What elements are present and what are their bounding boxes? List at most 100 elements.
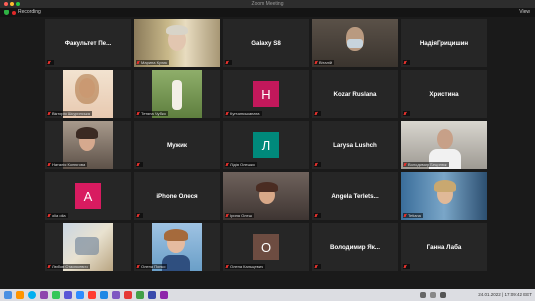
- meeting-top-bar: Recording View: [0, 8, 535, 17]
- participant-name: Galaxy S8: [251, 39, 281, 47]
- participant-label: [47, 60, 54, 65]
- muted-mic-icon: [136, 111, 140, 116]
- tray-icon[interactable]: [420, 292, 426, 298]
- participant-mask: [347, 39, 363, 48]
- app-icon[interactable]: [160, 291, 168, 299]
- participant-tile[interactable]: Tetiana: [401, 172, 487, 220]
- participant-avatar: H: [253, 81, 279, 107]
- participant-name: Володимир Як...: [330, 243, 380, 251]
- skype-icon[interactable]: [28, 291, 36, 299]
- participant-avatar: O: [253, 234, 279, 260]
- participant-tile[interactable]: iPhone Олеся: [134, 172, 220, 220]
- participant-tile[interactable]: Христина: [401, 70, 487, 118]
- security-shield-icon[interactable]: [4, 10, 9, 15]
- participant-tile[interactable]: Тетяна Чубко: [134, 70, 220, 118]
- participant-label: olia olia: [47, 213, 68, 218]
- participant-name: Larysa Lushch: [333, 141, 377, 149]
- participant-label: Ірина Олеш: [225, 213, 254, 218]
- participant-label: Олена Кальцевич: [225, 264, 266, 269]
- app-icon[interactable]: [100, 291, 108, 299]
- participant-label: Tetiana: [403, 213, 423, 218]
- app-icon[interactable]: [124, 291, 132, 299]
- app-icon[interactable]: [40, 291, 48, 299]
- participant-tile[interactable]: Ганна Лаба: [401, 223, 487, 271]
- participant-label: Купчинськаната: [225, 111, 262, 116]
- participant-tile[interactable]: Galaxy S8: [223, 19, 309, 67]
- participant-tile[interactable]: Мужик: [134, 121, 220, 169]
- finder-icon[interactable]: [4, 291, 12, 299]
- participant-tile[interactable]: Larysa Lushch: [312, 121, 398, 169]
- app-icon[interactable]: [148, 291, 156, 299]
- muted-mic-icon: [136, 213, 140, 218]
- app-icon[interactable]: [112, 291, 120, 299]
- participant-tile[interactable]: Віталій: [312, 19, 398, 67]
- muted-mic-icon: [225, 264, 229, 269]
- view-button[interactable]: View: [519, 9, 530, 16]
- muted-mic-icon: [47, 162, 51, 167]
- participant-tile[interactable]: Ірина Олеш: [223, 172, 309, 220]
- participant-name: Ганна Лаба: [426, 243, 462, 251]
- participant-body: [172, 80, 182, 110]
- participant-label: [314, 213, 321, 218]
- muted-mic-icon: [136, 60, 140, 65]
- muted-mic-icon: [314, 111, 318, 116]
- app-icon[interactable]: [52, 291, 60, 299]
- participant-hair: [256, 182, 278, 192]
- muted-mic-icon: [47, 60, 51, 65]
- participant-label: [136, 162, 143, 167]
- participant-label: Вікторія Шкуринська: [47, 111, 92, 116]
- participant-label: Наталія Конюгова: [47, 162, 88, 167]
- muted-mic-icon: [403, 60, 407, 65]
- muted-mic-icon: [314, 60, 318, 65]
- participant-label: [136, 213, 143, 218]
- participant-tile[interactable]: Наталія Конюгова: [45, 121, 131, 169]
- muted-mic-icon: [225, 111, 229, 116]
- muted-mic-icon: [403, 111, 407, 116]
- participant-label: [403, 60, 410, 65]
- participant-tile[interactable]: Вікторія Шкуринська: [45, 70, 131, 118]
- app-icon[interactable]: [76, 291, 84, 299]
- participant-label: Марина Кулик: [136, 60, 170, 65]
- tray-icon[interactable]: [430, 292, 436, 298]
- participant-tile[interactable]: O Олена Кальцевич: [223, 223, 309, 271]
- participant-tile[interactable]: НадіяГрицишин: [401, 19, 487, 67]
- participant-tile[interactable]: A olia olia: [45, 172, 131, 220]
- muted-mic-icon: [47, 111, 51, 116]
- participant-label: Любов Стасюкевич: [47, 264, 90, 269]
- muted-mic-icon: [403, 264, 407, 269]
- participant-tile[interactable]: Олена Попко: [134, 223, 220, 271]
- recording-icon: [12, 11, 16, 15]
- app-icon[interactable]: [16, 291, 24, 299]
- participant-tile[interactable]: Kozar Ruslana: [312, 70, 398, 118]
- participant-name: Мужик: [167, 141, 187, 149]
- participant-tile[interactable]: Марина Кулик: [134, 19, 220, 67]
- participant-hair: [76, 127, 98, 139]
- participant-tile[interactable]: Володимир Як...: [312, 223, 398, 271]
- taskbar-dock: 24.01.2022 | 17:09:42 EET: [0, 289, 535, 301]
- muted-mic-icon: [403, 162, 407, 167]
- participant-tile[interactable]: Любов Стасюкевич: [45, 223, 131, 271]
- participant-label: Лідія Олешко: [225, 162, 257, 167]
- app-icon[interactable]: [88, 291, 96, 299]
- participant-name: Факультет Пе...: [64, 39, 112, 47]
- wifi-icon[interactable]: [440, 292, 446, 298]
- app-icon[interactable]: [136, 291, 144, 299]
- muted-mic-icon: [225, 213, 229, 218]
- participant-tile[interactable]: H Купчинськаната: [223, 70, 309, 118]
- participant-name: НадіяГрицишин: [419, 39, 469, 47]
- participant-tile[interactable]: Angela Terlets...: [312, 172, 398, 220]
- participant-tile-active-speaker[interactable]: Володимир Бецинюк: [401, 121, 487, 169]
- clock: 24.01.2022 | 17:09:42 EET: [478, 292, 532, 297]
- muted-mic-icon: [314, 162, 318, 167]
- participant-tile[interactable]: Л Лідія Олешко: [223, 121, 309, 169]
- recording-label[interactable]: Recording: [18, 9, 41, 16]
- gallery-view-grid: Факультет Пе... Марина Кулик Galaxy S8 В…: [45, 19, 490, 274]
- app-icon[interactable]: [64, 291, 72, 299]
- participant-label: [314, 264, 321, 269]
- muted-mic-icon: [225, 60, 229, 65]
- participant-hair: [166, 25, 188, 35]
- muted-mic-icon: [47, 213, 51, 218]
- window-title: Zoom Meeting: [251, 1, 284, 7]
- participant-tile[interactable]: Факультет Пе...: [45, 19, 131, 67]
- participant-avatar: Л: [253, 132, 279, 158]
